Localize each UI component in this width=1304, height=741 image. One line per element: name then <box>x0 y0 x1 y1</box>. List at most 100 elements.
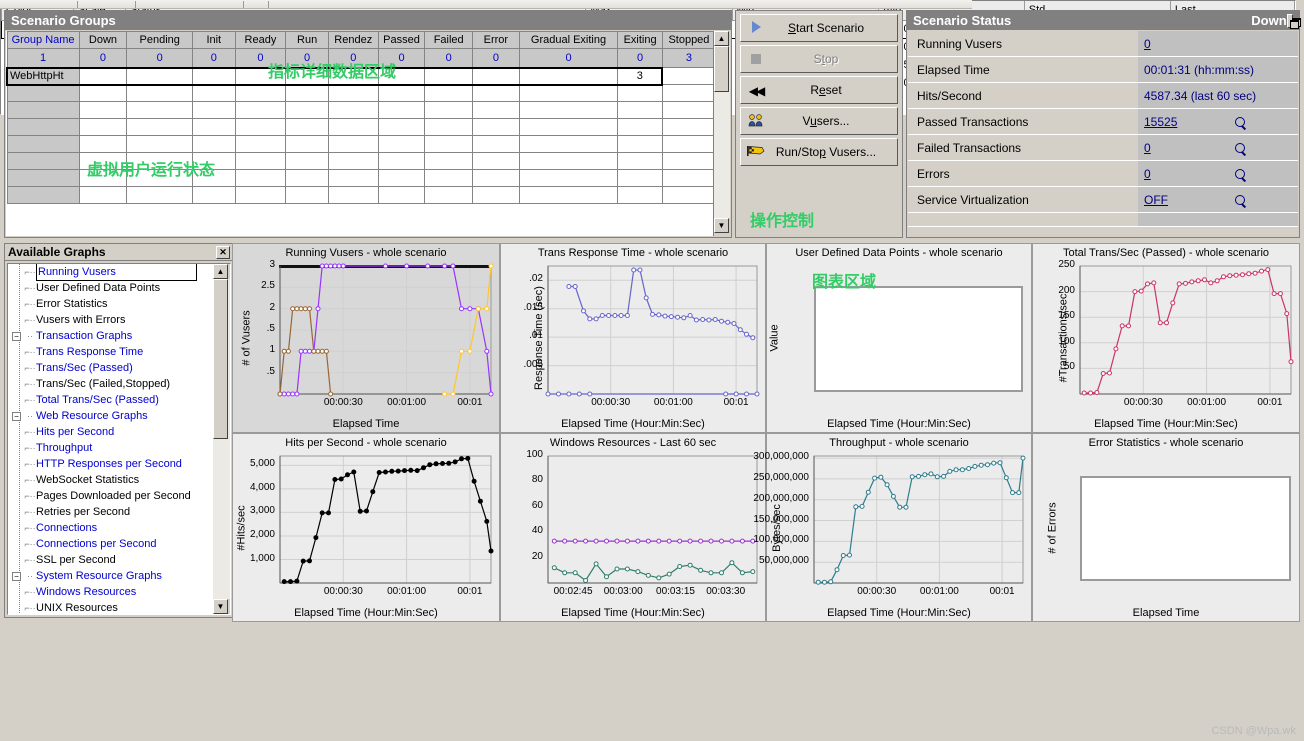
run-stop-vusers-button[interactable]: Run/Stop Vusers... <box>740 138 898 166</box>
scenario-groups-scrollbar[interactable]: ▲ ▼ <box>713 31 730 236</box>
group-value-cell[interactable] <box>78 66 128 86</box>
tree-scrollbar-track[interactable] <box>213 279 230 599</box>
group-value-cell[interactable] <box>617 152 663 170</box>
column-header[interactable]: Failed <box>424 31 474 49</box>
group-value-cell[interactable] <box>234 118 287 136</box>
group-name-cell[interactable] <box>6 169 80 187</box>
scrollbar-thumb[interactable] <box>714 46 729 92</box>
group-value-cell[interactable] <box>126 135 194 153</box>
tree-item-connections[interactable]: ⌐·· Connections <box>8 520 230 536</box>
tree-item-ssl-per-second[interactable]: ⌐·· SSL per Second <box>8 552 230 568</box>
group-value-cell[interactable] <box>518 101 619 119</box>
group-value-cell[interactable] <box>285 152 329 170</box>
column-header[interactable]: Passed <box>377 31 426 49</box>
table-row[interactable] <box>6 152 717 170</box>
group-value-cell[interactable] <box>661 84 717 102</box>
group-value-cell[interactable] <box>126 66 194 86</box>
group-value-cell[interactable] <box>285 169 329 187</box>
group-value-cell[interactable] <box>377 135 426 153</box>
group-value-cell[interactable] <box>192 118 236 136</box>
column-header[interactable]: Down <box>78 31 128 49</box>
group-value-cell[interactable] <box>617 118 663 136</box>
tree-scroll-up-icon[interactable]: ▲ <box>213 264 228 279</box>
group-name-cell[interactable] <box>6 118 80 136</box>
tree-item-transaction-graphs[interactable]: − ·· Transaction Graphs <box>8 328 230 344</box>
group-value-cell[interactable] <box>424 135 474 153</box>
close-icon[interactable]: ✕ <box>216 245 230 259</box>
group-value-cell[interactable] <box>126 101 194 119</box>
group-value-cell[interactable] <box>126 84 194 102</box>
group-value-cell[interactable] <box>78 135 128 153</box>
graph-cell-total-trans-sec-passed[interactable]: Total Trans/Sec (Passed) - whole scenari… <box>1032 243 1300 433</box>
graph-cell-windows-resources[interactable]: Windows Resources - Last 60 sec 100 80 60 40… <box>500 433 766 622</box>
group-value-cell[interactable] <box>126 186 194 204</box>
stop-button[interactable]: Stop <box>740 45 898 73</box>
group-value-cell[interactable] <box>661 135 717 153</box>
group-value-cell[interactable] <box>518 84 619 102</box>
group-value-cell[interactable] <box>472 66 520 86</box>
table-row[interactable] <box>6 186 717 204</box>
group-value-cell[interactable] <box>472 135 520 153</box>
magnifier-icon[interactable] <box>1234 140 1250 156</box>
group-value-cell[interactable] <box>327 186 379 204</box>
magnifier-icon[interactable] <box>1234 114 1250 130</box>
tree-item-unix-resources[interactable]: ⌐·· UNIX Resources <box>8 600 230 614</box>
group-value-cell[interactable] <box>78 169 128 187</box>
group-value-cell[interactable] <box>327 118 379 136</box>
group-value-cell[interactable] <box>424 84 474 102</box>
group-value-cell[interactable] <box>126 152 194 170</box>
group-value-cell[interactable] <box>518 118 619 136</box>
group-value-cell[interactable] <box>126 118 194 136</box>
group-name-cell[interactable] <box>6 135 80 153</box>
group-value-cell[interactable] <box>192 84 236 102</box>
group-value-cell[interactable] <box>661 186 717 204</box>
group-value-cell[interactable] <box>617 135 663 153</box>
group-value-cell[interactable] <box>327 135 379 153</box>
group-value-cell[interactable] <box>192 101 236 119</box>
scenario-groups-grid[interactable]: Group Name Down Pending Init Ready Run Rendez P… <box>6 31 730 236</box>
graph-plot-area[interactable] <box>1080 476 1291 581</box>
group-value-cell[interactable] <box>617 186 663 204</box>
group-value-cell[interactable] <box>192 152 236 170</box>
tree-item-connections-per-second[interactable]: ⌐·· Connections per Second <box>8 536 230 552</box>
group-value-cell[interactable] <box>192 135 236 153</box>
tree-scrollbar-thumb[interactable] <box>213 279 228 439</box>
group-value-cell[interactable] <box>126 169 194 187</box>
column-header[interactable]: Gradual Exiting <box>518 31 619 49</box>
status-row-value-link[interactable]: 0 <box>1144 141 1151 155</box>
group-value-cell[interactable] <box>377 66 426 86</box>
group-value-cell[interactable] <box>285 66 329 86</box>
tree-item-running-vusers[interactable]: ⌐·· Running Vusers <box>8 264 230 281</box>
table-row[interactable] <box>6 84 717 102</box>
group-value-cell[interactable] <box>327 152 379 170</box>
tree-item-web-resource-graphs[interactable]: − ·· Web Resource Graphs <box>8 408 230 424</box>
group-value-cell[interactable] <box>78 118 128 136</box>
group-value-cell[interactable] <box>518 135 619 153</box>
group-value-cell[interactable] <box>617 84 663 102</box>
group-value-cell[interactable] <box>472 84 520 102</box>
group-value-cell[interactable] <box>377 84 426 102</box>
group-value-cell[interactable] <box>661 101 717 119</box>
scroll-down-arrow-icon[interactable]: ▼ <box>714 218 729 233</box>
tree-item-websocket-statistics[interactable]: ⌐·· WebSocket Statistics <box>8 472 230 488</box>
group-value-cell[interactable] <box>472 152 520 170</box>
graph-cell-throughput[interactable]: Throughput - whole scenario Bytes/sec 300,… <box>753 433 1032 622</box>
tree-item-error-statistics[interactable]: ⌐·· Error Statistics <box>8 296 230 312</box>
tree-item-user-defined-data-points[interactable]: ⌐·· User Defined Data Points <box>8 280 230 296</box>
group-value-cell[interactable] <box>78 84 128 102</box>
group-value-cell[interactable] <box>285 101 329 119</box>
table-row[interactable] <box>6 169 717 187</box>
group-value-cell[interactable] <box>424 101 474 119</box>
group-value-cell[interactable] <box>377 118 426 136</box>
group-value-cell[interactable] <box>424 152 474 170</box>
column-header[interactable]: Error <box>472 31 520 49</box>
group-value-cell[interactable] <box>327 101 379 119</box>
group-value-cell[interactable] <box>617 101 663 119</box>
group-value-cell[interactable] <box>377 186 426 204</box>
available-graphs-tree[interactable]: ⌐·· Running Vusers ⌐·· User Defined Data Po… <box>7 263 231 615</box>
column-header[interactable]: Ready <box>234 31 287 49</box>
group-value-cell[interactable] <box>78 152 128 170</box>
restore-window-icon[interactable] <box>1286 13 1302 29</box>
column-header[interactable]: Exiting <box>617 31 663 49</box>
graph-cell-trans-response-time[interactable]: Trans Response Time - whole scenario Resp… <box>500 243 766 433</box>
